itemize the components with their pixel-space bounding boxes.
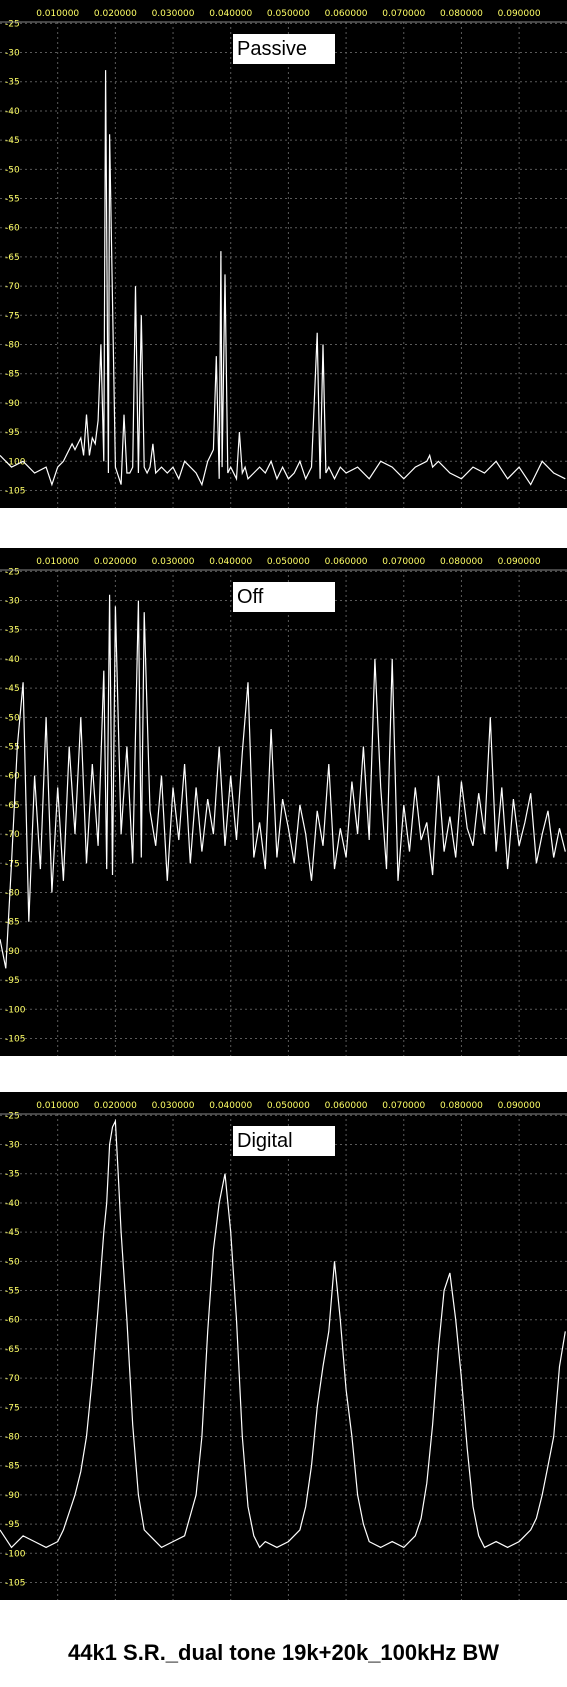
x-tick-label: 0.010000 <box>36 557 79 567</box>
panel-title: Passive <box>233 34 335 64</box>
y-tick-label: -30 <box>5 49 20 59</box>
y-tick-label: -35 <box>5 1170 20 1180</box>
y-tick-label: -65 <box>5 1345 20 1355</box>
x-tick-label: 0.080000 <box>440 9 483 19</box>
x-tick-label: 0.050000 <box>267 1101 310 1111</box>
y-tick-label: -45 <box>5 684 20 694</box>
x-tick-label: 0.010000 <box>36 1101 79 1111</box>
y-tick-label: -55 <box>5 195 20 205</box>
y-tick-label: -50 <box>5 1257 20 1267</box>
y-tick-label: -45 <box>5 136 20 146</box>
y-tick-label: -80 <box>5 341 20 351</box>
y-tick-label: -105 <box>5 1578 25 1588</box>
y-tick-label: -40 <box>5 107 20 117</box>
x-tick-label: 0.020000 <box>94 1101 137 1111</box>
y-tick-label: -105 <box>5 486 25 496</box>
y-tick-label: -80 <box>5 1433 20 1443</box>
chart-panel-digital: 0.010000 0.020000 0.030000 0.040000 0.050000… <box>0 1092 567 1600</box>
y-tick-label: -60 <box>5 224 20 234</box>
x-tick-label: 0.080000 <box>440 557 483 567</box>
y-tick-label: -30 <box>5 1141 20 1151</box>
y-tick-label: -100 <box>5 1549 26 1559</box>
y-tick-label: -25 <box>5 1111 20 1121</box>
x-tick-label: 0.030000 <box>152 1101 195 1111</box>
y-tick-label: -85 <box>5 1462 20 1472</box>
y-tick-label: -65 <box>5 253 20 263</box>
x-tick-label: 0.060000 <box>325 557 368 567</box>
y-tick-label: -95 <box>5 428 20 438</box>
series-line <box>0 594 566 969</box>
x-tick-label: 0.030000 <box>152 9 195 19</box>
x-tick-label: 0.050000 <box>267 9 310 19</box>
x-tick-label: 0.040000 <box>209 557 252 567</box>
x-tick-label: 0.060000 <box>325 9 368 19</box>
y-tick-label: -30 <box>5 597 20 607</box>
figure-caption: 44k1 S.R._dual tone 19k+20k_100kHz BW <box>67 1640 500 1665</box>
chart-svg: 0.010000 0.020000 0.030000 0.040000 0.050000… <box>0 557 567 1056</box>
x-tick-label: 0.040000 <box>209 9 252 19</box>
y-tick-label: -70 <box>5 282 20 292</box>
y-tick-label: -60 <box>5 1316 20 1326</box>
y-tick-label: -105 <box>5 1034 25 1044</box>
x-tick-label: 0.090000 <box>498 9 541 19</box>
x-tick-label: 0.070000 <box>382 557 425 567</box>
x-tick-label: 0.090000 <box>498 1101 541 1111</box>
x-tick-label: 0.070000 <box>382 9 425 19</box>
chart-panel-off: 0.010000 0.020000 0.030000 0.040000 0.050000… <box>0 548 567 1056</box>
series-line <box>0 70 566 487</box>
y-tick-label: -75 <box>5 311 20 321</box>
y-tick-label: -75 <box>5 859 20 869</box>
y-tick-label: -35 <box>5 626 20 636</box>
y-tick-label: -95 <box>5 976 20 986</box>
y-tick-label: -50 <box>5 713 20 723</box>
x-tick-label: 0.030000 <box>152 557 195 567</box>
y-tick-label: -85 <box>5 370 20 380</box>
series-line <box>0 1118 566 1549</box>
y-tick-label: -80 <box>5 889 20 899</box>
x-tick-label: 0.050000 <box>267 557 310 567</box>
x-tick-label: 0.070000 <box>382 1101 425 1111</box>
chart-svg: 0.010000 0.020000 0.030000 0.040000 0.050000… <box>0 1101 567 1600</box>
y-tick-label: -55 <box>5 1287 20 1297</box>
y-tick-label: -25 <box>5 19 20 29</box>
y-tick-label: -35 <box>5 78 20 88</box>
y-tick-label: -50 <box>5 165 20 175</box>
y-tick-label: -40 <box>5 1199 20 1209</box>
x-tick-label: 0.020000 <box>94 557 137 567</box>
chart-panel-passive: 0.010000 0.020000 0.030000 0.040000 0.050000… <box>0 0 567 508</box>
y-tick-label: -65 <box>5 801 20 811</box>
panel-title: Off <box>233 582 335 612</box>
y-tick-label: -70 <box>5 1374 20 1384</box>
x-tick-label: 0.060000 <box>325 1101 368 1111</box>
y-tick-label: -90 <box>5 1491 20 1501</box>
y-tick-label: -95 <box>5 1520 20 1530</box>
y-tick-label: -100 <box>5 1005 26 1015</box>
x-tick-label: 0.090000 <box>498 557 541 567</box>
y-tick-label: -40 <box>5 655 20 665</box>
y-tick-label: -85 <box>5 918 20 928</box>
x-tick-label: 0.020000 <box>94 9 137 19</box>
x-tick-label: 0.040000 <box>209 1101 252 1111</box>
panel-title: Digital <box>233 1126 335 1156</box>
y-tick-label: -60 <box>5 772 20 782</box>
y-tick-label: -90 <box>5 399 20 409</box>
x-tick-label: 0.080000 <box>440 1101 483 1111</box>
y-tick-label: -25 <box>5 567 20 577</box>
x-tick-label: 0.010000 <box>36 9 79 19</box>
y-tick-label: -75 <box>5 1403 20 1413</box>
y-tick-label: -45 <box>5 1228 20 1238</box>
chart-svg: 0.010000 0.020000 0.030000 0.040000 0.050000… <box>0 9 567 508</box>
